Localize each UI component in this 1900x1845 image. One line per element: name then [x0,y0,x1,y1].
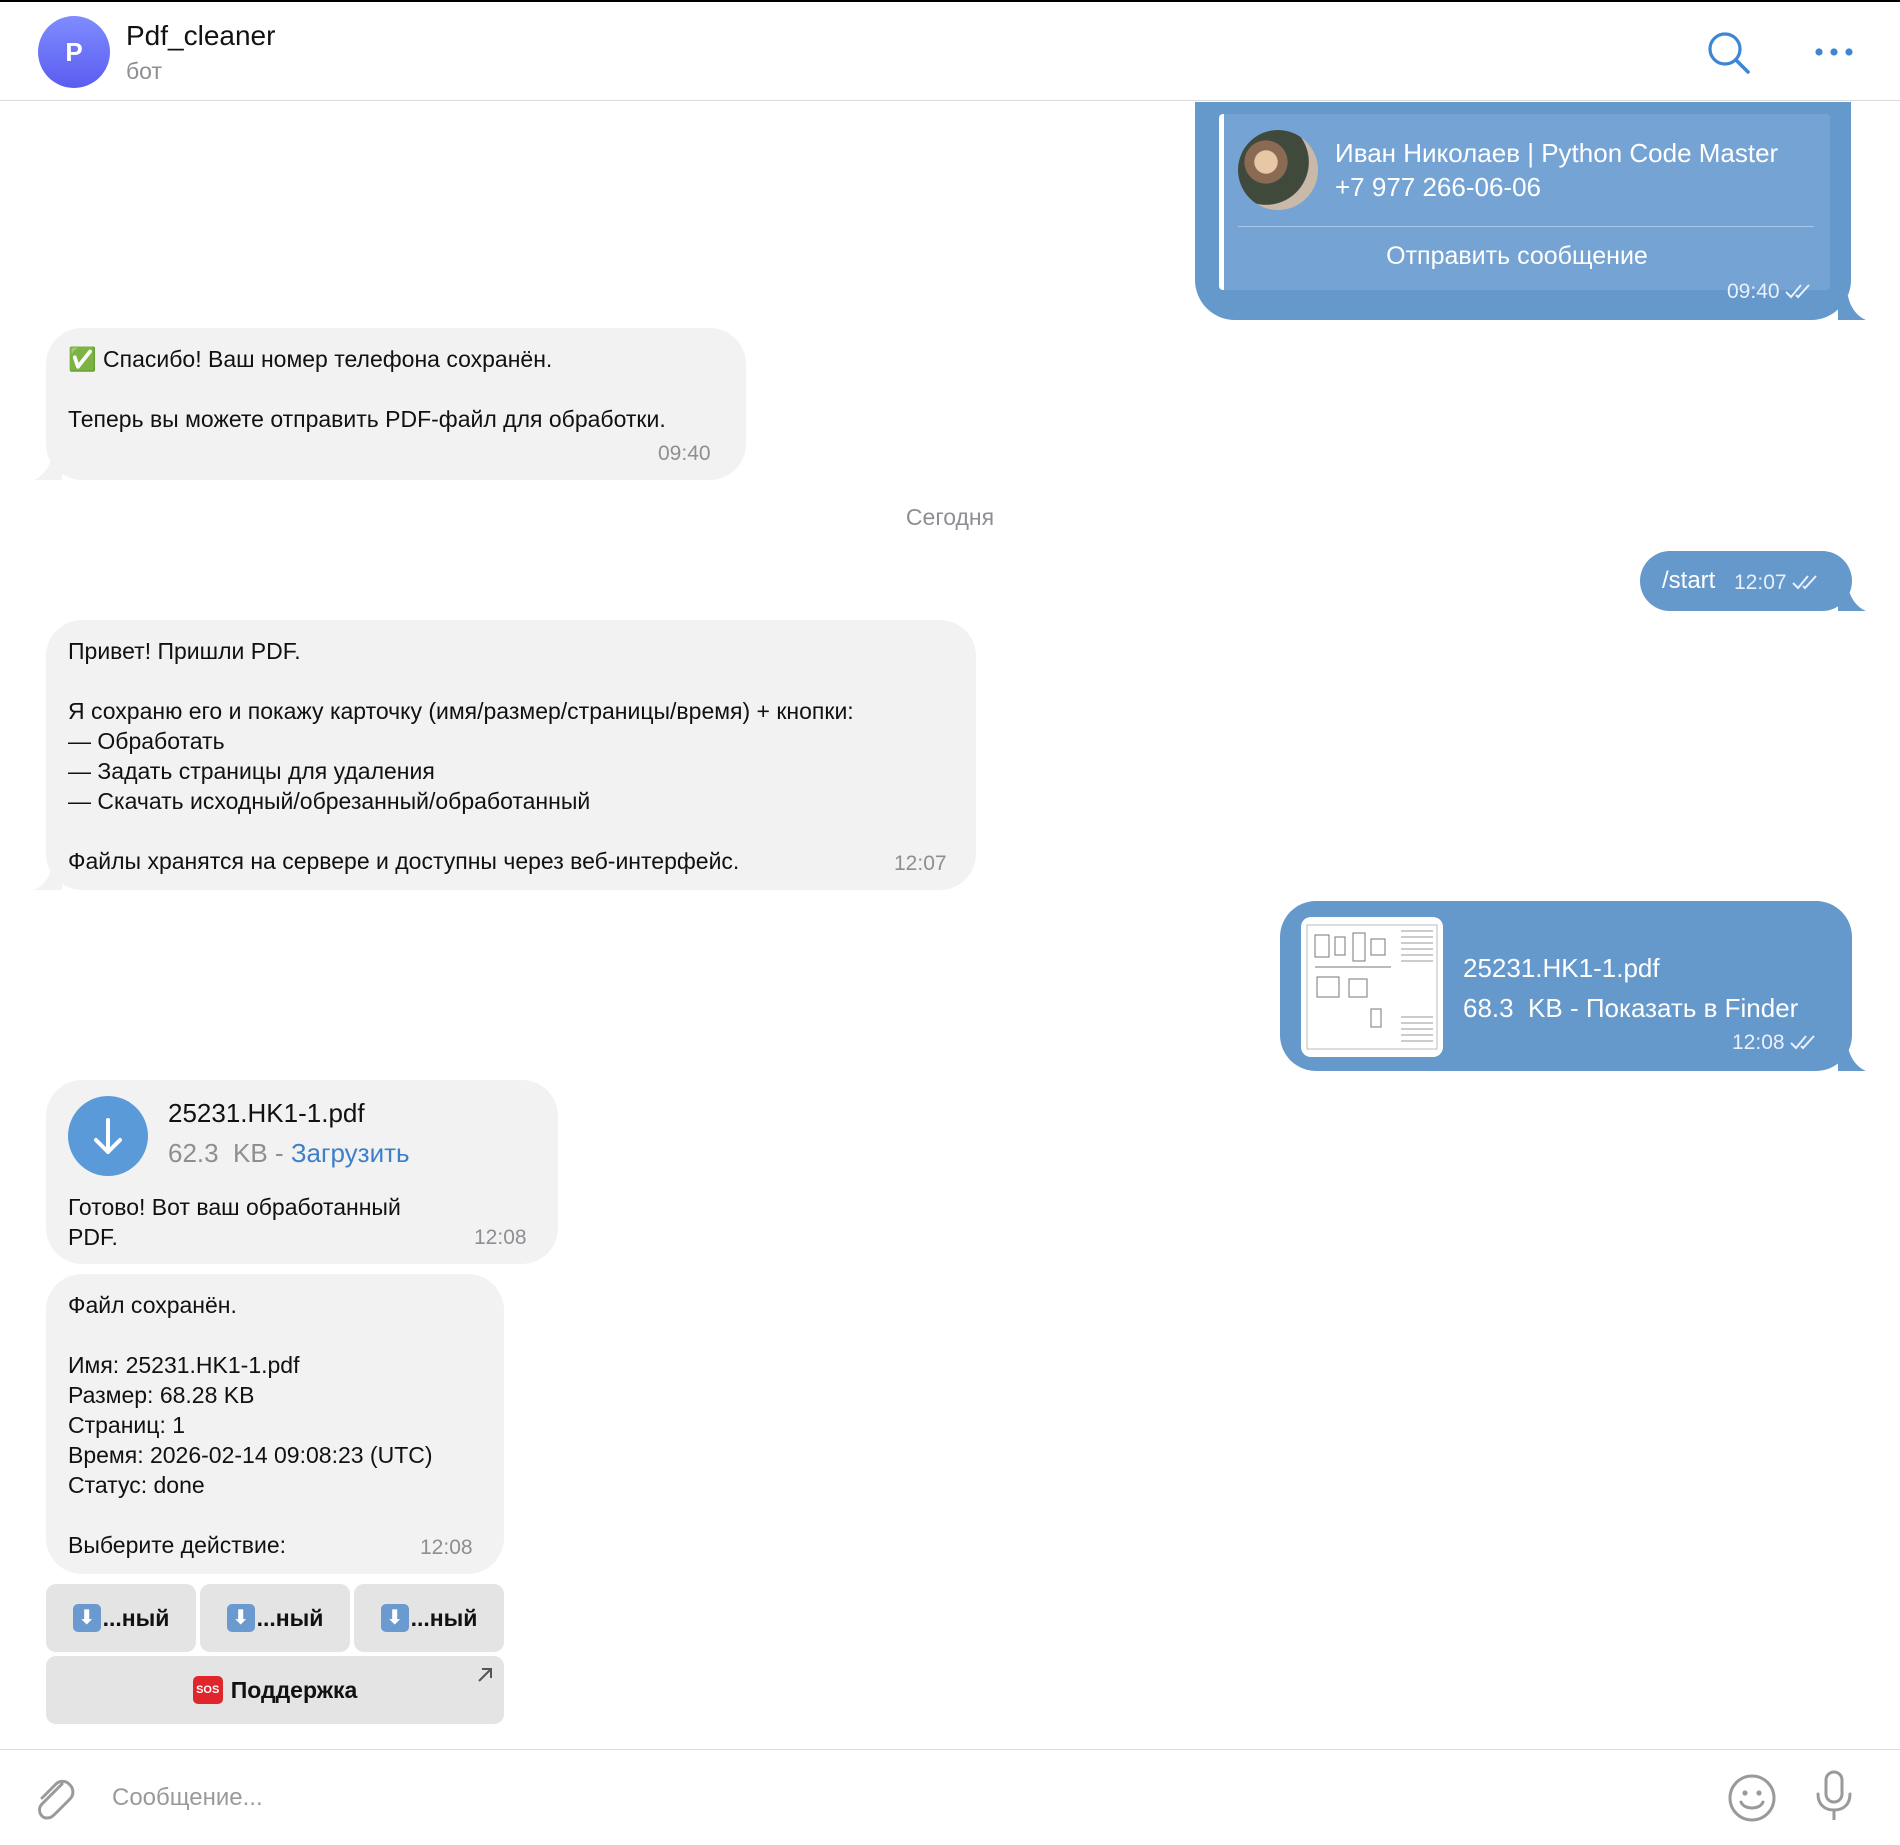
bubble-tail [1838,1047,1866,1071]
contact-divider [1238,226,1814,227]
more-icon[interactable] [1810,28,1858,76]
pdf-preview-icon [1306,924,1438,1050]
sent-file-message: 25231.HK1-1.pdf 68.3 KB - Показать в Fin… [1280,901,1852,1071]
download-link[interactable]: Загрузить [291,1138,410,1168]
avatar[interactable]: P [38,16,110,88]
check-emoji-icon: ✅ [68,346,97,372]
message-text: /start [1662,567,1716,594]
show-in-finder-link[interactable]: Показать в Finder [1586,993,1798,1023]
paperclip-icon[interactable] [30,1774,78,1824]
emoji-icon[interactable] [1726,1772,1778,1824]
sos-emoji-icon: SOS [192,1676,223,1704]
bubble-tail [1838,296,1866,320]
double-check-icon [1790,1035,1816,1050]
message-text: Файл сохранён. Имя: 25231.HK1-1.pdf Разм… [68,1292,433,1558]
message-time: 12:07 [894,852,947,875]
contact-phone: +7 977 266-06-06 [1335,172,1542,202]
message-text: Привет! Пришли PDF. Я сохраню его и пока… [68,638,854,874]
message-text: ✅ Спасибо! Ваш номер телефона сохранён. … [68,346,666,432]
chat-title[interactable]: Pdf_cleaner [126,20,275,52]
message-text: Готово! Вот ваш обработанный PDF. [68,1194,401,1250]
start-message: /start 12:07 [1640,551,1852,611]
download-emoji-icon: ⬇ [226,1604,255,1632]
contact-avatar [1238,130,1318,210]
message-time: 12:08 [1732,1031,1820,1055]
chat-subtitle: бот [126,58,162,84]
download-cropped-button[interactable]: ⬇ ...ный [200,1584,350,1652]
message-input[interactable] [110,1774,1664,1822]
download-processed-button[interactable]: ⬇ ...ный [354,1584,504,1652]
contact-name: Иван Николаев | Python Code Master [1335,138,1779,168]
date-separator: Сегодня [905,504,995,530]
download-file-button[interactable] [68,1096,148,1176]
file-name: 25231.HK1-1.pdf [1463,953,1660,983]
message-input-bar [0,1749,1900,1845]
welcome-message: Привет! Пришли PDF. Я сохраню его и пока… [46,620,976,890]
microphone-icon[interactable] [1810,1768,1858,1826]
support-button[interactable]: SOS Поддержка [46,1656,504,1724]
thanks-message: ✅ Спасибо! Ваш номер телефона сохранён. … [46,328,746,480]
send-message-button[interactable]: Отправить сообщение [1225,242,1809,271]
bubble-tail [1838,587,1866,611]
download-original-button[interactable]: ⬇ ...ный [46,1584,196,1652]
search-icon[interactable] [1704,28,1752,76]
file-name: 25231.HK1-1.pdf [168,1098,365,1128]
file-info: 62.3 KB - Загрузить [168,1138,410,1168]
download-emoji-icon: ⬇ [380,1604,409,1632]
file-card-message: Файл сохранён. Имя: 25231.HK1-1.pdf Разм… [46,1274,504,1574]
arrow-down-icon [94,1118,122,1154]
external-link-arrow-icon [478,1668,492,1682]
pdf-thumbnail[interactable] [1301,917,1443,1057]
message-time: 09:40 [1727,280,1815,304]
download-emoji-icon: ⬇ [72,1604,101,1632]
chat-header: P Pdf_cleaner бот [0,2,1900,101]
double-check-icon [1792,575,1818,590]
message-time: 09:40 [658,442,711,465]
message-time: 12:08 [474,1226,527,1249]
file-info: 68.3 KB - Показать в Finder [1463,993,1799,1023]
contact-message: Иван Николаев | Python Code Master +7 97… [1195,102,1851,320]
received-file-message: 25231.HK1-1.pdf 62.3 KB - Загрузить Гото… [46,1080,558,1264]
message-time: 12:07 [1734,571,1822,595]
double-check-icon [1785,284,1811,299]
message-time: 12:08 [420,1536,473,1559]
